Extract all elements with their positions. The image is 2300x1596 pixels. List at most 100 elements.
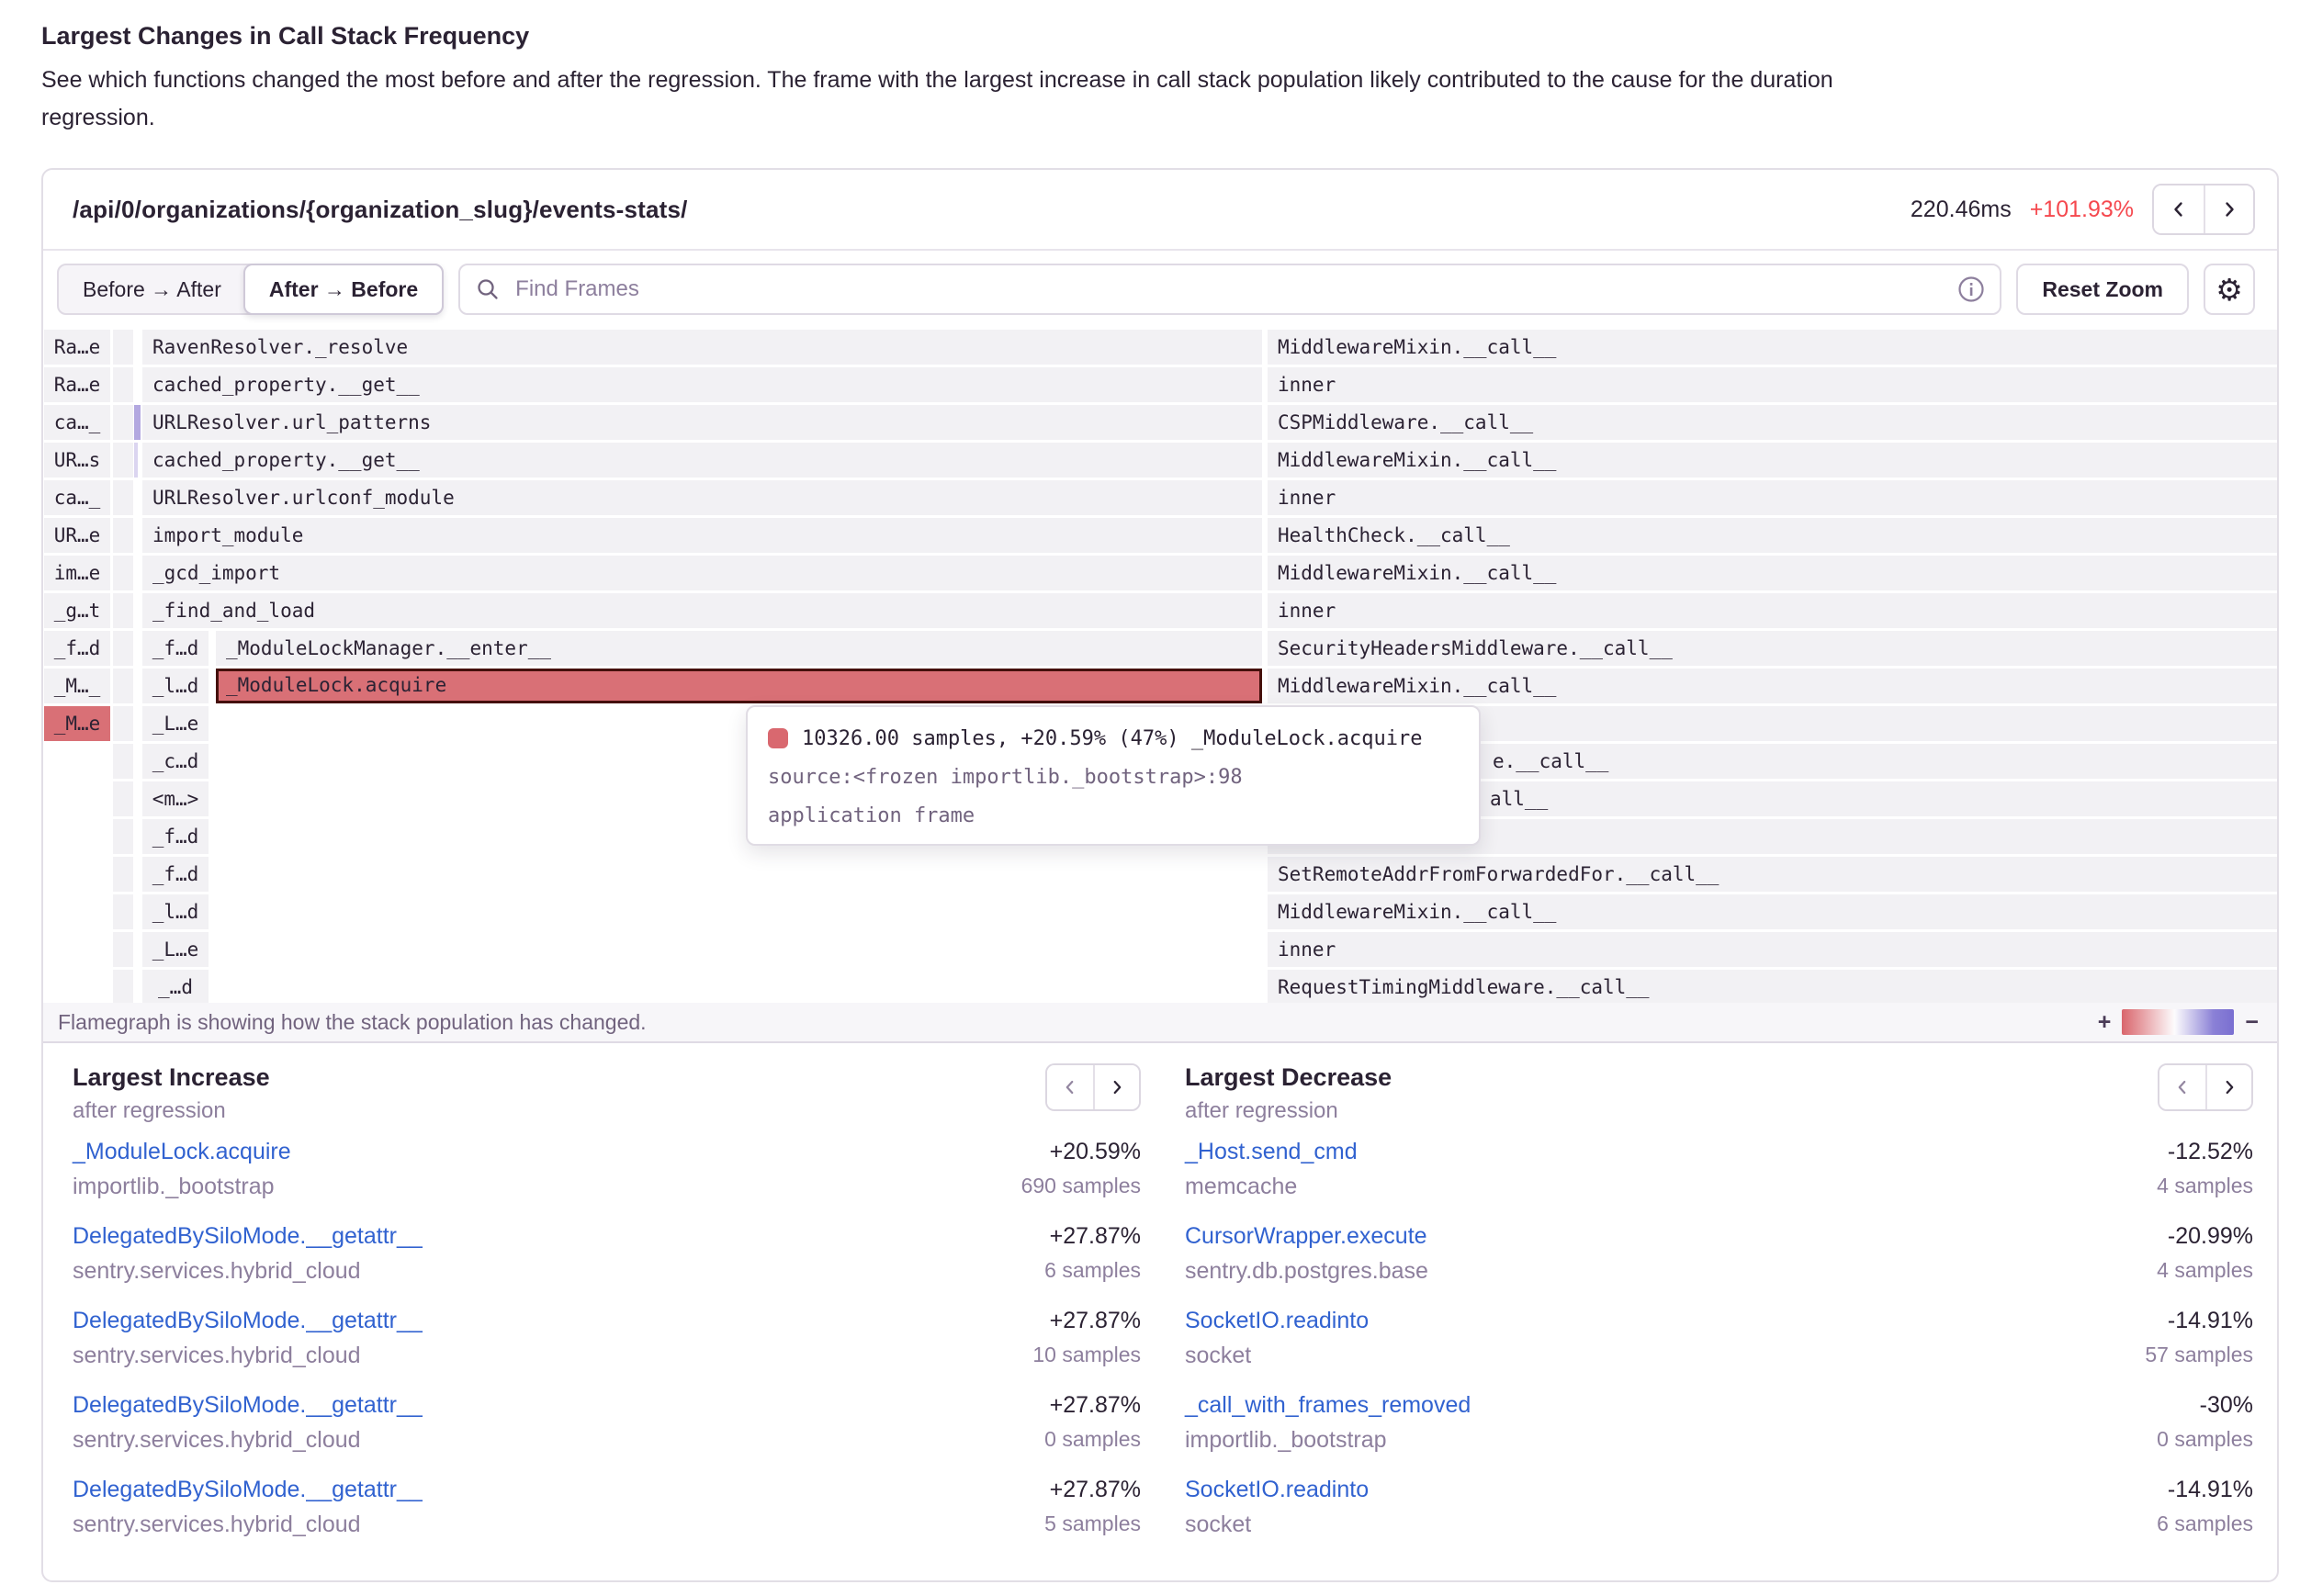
flame-frame-ancestor[interactable]: _M…_ [44,669,110,703]
flame-frame[interactable]: cached_property.__get__ [142,443,1262,478]
function-link[interactable]: _call_with_frames_removed [1185,1392,1471,1419]
flame-frame-highlight-sliver[interactable] [134,443,138,478]
flame-frame-ancestor[interactable]: _f…d [44,631,110,666]
flame-frame[interactable]: import_module [142,518,1262,553]
flame-frame-narrow[interactable] [113,480,133,515]
change-percent: -12.52% [2157,1139,2253,1165]
prev-endpoint-button[interactable] [2154,185,2204,233]
flame-frame-ancestor[interactable]: UR…s [44,443,110,478]
increase-prev-button[interactable] [1047,1065,1093,1109]
flame-frame[interactable]: inner [1268,480,2277,515]
flame-frame[interactable]: cached_property.__get__ [142,367,1262,402]
flame-frame-ancestor[interactable]: _L…e [142,932,209,967]
flame-frame-narrow[interactable] [113,330,133,365]
flame-frame[interactable]: MiddlewareMixin.__call__ [1268,894,2277,929]
reset-zoom-button[interactable]: Reset Zoom [2016,264,2189,315]
flame-frame-selected[interactable]: _ModuleLock.acquire [216,669,1262,703]
flame-frame-ancestor[interactable]: _f…d [142,819,209,854]
flame-frame-ancestor[interactable]: _…d [142,970,209,1003]
decrease-header: Largest Decrease after regression [1185,1063,2253,1124]
flame-frame-narrow[interactable] [113,443,133,478]
flame-frame-narrow[interactable] [113,556,133,590]
flame-frame-narrow[interactable] [113,781,133,816]
flame-frame-ancestor[interactable]: _f…d [142,857,209,892]
increase-title: Largest Increase [73,1063,270,1092]
flame-frame-ancestor[interactable]: _M…e [44,706,110,741]
function-module: socket [1185,1343,1369,1369]
flame-frame-narrow[interactable] [113,894,133,929]
flame-frame[interactable]: MiddlewareMixin.__call__ [1268,556,2277,590]
function-link[interactable]: DelegatedBySiloMode.__getattr__ [73,1392,423,1419]
flame-frame[interactable]: _find_and_load [142,593,1262,628]
flame-frame[interactable]: inner [1268,367,2277,402]
flame-frame-narrow[interactable] [113,593,133,628]
flame-frame-ancestor[interactable]: <m…> [142,781,209,816]
flame-frame[interactable]: MiddlewareMixin.__call__ [1268,330,2277,365]
sample-count: 6 samples [1044,1258,1141,1283]
function-link[interactable]: _ModuleLock.acquire [73,1139,291,1165]
flame-frame[interactable]: URLResolver.url_patterns [142,405,1262,440]
flame-frame[interactable]: inner [1268,932,2277,967]
sample-count: 10 samples [1032,1343,1141,1367]
function-link[interactable]: _Host.send_cmd [1185,1139,1358,1165]
decrease-prev-button[interactable] [2159,1065,2205,1109]
flame-frame-ancestor[interactable]: Ra…e [44,330,110,365]
flame-frame[interactable]: _ModuleLockManager.__enter__ [216,631,1262,666]
flame-frame[interactable]: SetRemoteAddrFromForwardedFor.__call__ [1268,857,2277,892]
flame-frame-narrow[interactable] [113,518,133,553]
function-link[interactable]: CursorWrapper.execute [1185,1223,1428,1250]
settings-button[interactable]: ⚙ [2204,264,2255,315]
increase-next-button[interactable] [1093,1065,1139,1109]
next-endpoint-button[interactable] [2204,185,2253,233]
flame-frame[interactable]: URLResolver.urlconf_module [142,480,1262,515]
header-right: 220.46ms +101.93% [1911,184,2255,235]
decrease-next-button[interactable] [2205,1065,2251,1109]
flame-frame-ancestor[interactable]: im…e [44,556,110,590]
function-link[interactable]: SocketIO.readinto [1185,1308,1369,1334]
function-link[interactable]: DelegatedBySiloMode.__getattr__ [73,1477,423,1503]
toggle-after-before[interactable]: After → Before [243,264,444,315]
flame-frame[interactable]: _gcd_import [142,556,1262,590]
flame-frame-narrow[interactable] [113,970,133,1003]
flame-frame[interactable]: HealthCheck.__call__ [1268,518,2277,553]
flame-frame[interactable]: SecurityHeadersMiddleware.__call__ [1268,631,2277,666]
flame-frame-narrow[interactable] [113,631,133,666]
search-input[interactable] [513,275,1945,303]
flame-frame-ancestor[interactable]: _g…t [44,593,110,628]
flame-frame-ancestor[interactable]: Ra…e [44,367,110,402]
flame-frame[interactable]: inner [1268,593,2277,628]
info-icon[interactable] [1957,275,1985,303]
flame-frame-ancestor[interactable]: _L…e [142,706,209,741]
flame-frame[interactable]: RequestTimingMiddleware.__call__ [1268,970,2277,1003]
function-link[interactable]: SocketIO.readinto [1185,1477,1369,1503]
flame-frame-ancestor[interactable]: _c…d [142,744,209,779]
flame-frame[interactable]: CSPMiddleware.__call__ [1268,405,2277,440]
flame-frame[interactable]: MiddlewareMixin.__call__ [1268,669,2277,703]
flame-frame-narrow[interactable] [113,706,133,741]
flame-frame-narrow[interactable] [113,932,133,967]
function-module: importlib._bootstrap [73,1174,291,1200]
flame-frame-ancestor[interactable]: UR…e [44,518,110,553]
flame-frame-ancestor[interactable]: ca…_ [44,405,110,440]
function-link[interactable]: DelegatedBySiloMode.__getattr__ [73,1223,423,1250]
decrease-subtitle: after regression [1185,1098,1392,1124]
flamegraph-canvas[interactable]: Ra…eRavenResolver._resolveMiddlewareMixi… [43,328,2277,1003]
flame-frame-narrow[interactable] [113,405,133,440]
flame-frame-highlight-sliver[interactable] [134,405,141,440]
flame-frame-narrow[interactable] [113,744,133,779]
toggle-before-after[interactable]: Before → After [59,265,245,313]
flame-frame-ancestor[interactable]: _l…d [142,669,209,703]
flame-frame-ancestor[interactable]: _f…d [142,631,209,666]
function-link[interactable]: DelegatedBySiloMode.__getattr__ [73,1308,423,1334]
function-change-entry: DelegatedBySiloMode.__getattr__sentry.se… [73,1308,1141,1369]
flame-frame[interactable]: RavenResolver._resolve [142,330,1262,365]
flame-frame-narrow[interactable] [113,669,133,703]
flame-frame-narrow[interactable] [113,857,133,892]
flame-frame-ancestor[interactable]: ca…_ [44,480,110,515]
flame-frame-narrow[interactable] [113,367,133,402]
flame-frame[interactable]: MiddlewareMixin.__call__ [1268,443,2277,478]
direction-toggle: Before → After After → Before [57,264,444,315]
find-frames-search[interactable] [458,264,2001,315]
flame-frame-narrow[interactable] [113,819,133,854]
flame-frame-ancestor[interactable]: _l…d [142,894,209,929]
